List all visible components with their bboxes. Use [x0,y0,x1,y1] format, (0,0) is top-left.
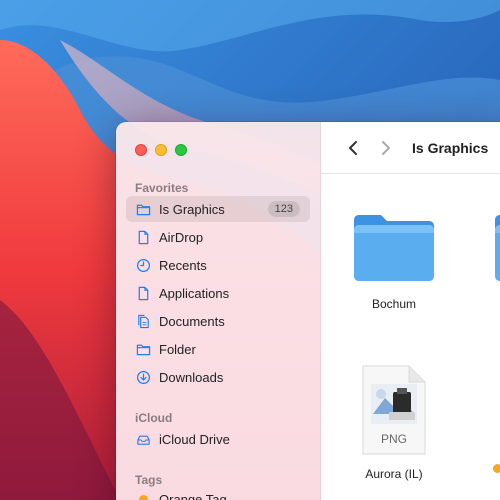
download-icon [135,369,151,385]
sidebar-item-icloud-drive[interactable]: iCloud Drive [126,426,310,452]
sidebar-item-is-graphics[interactable]: Is Graphics 123 [126,196,310,222]
file-type-badge: PNG [380,432,407,446]
sidebar-item-label: Orange Tag [159,491,227,500]
sidebar-item-recents[interactable]: Recents [126,252,310,278]
sidebar-item-documents[interactable]: Documents [126,308,310,334]
section-icloud: iCloud [135,411,173,425]
toolbar: Is Graphics [321,122,500,174]
window-title: Is Graphics [412,139,489,156]
file-name: Aurora (IL) [365,467,423,481]
finder-window: Favorites Is Graphics 123 AirDrop Recent… [116,122,500,500]
folder-icon [135,201,151,217]
sidebar-item-label: Documents [159,313,225,329]
folder-icon [354,215,434,281]
close-button[interactable] [135,144,147,156]
sidebar: Favorites Is Graphics 123 AirDrop Recent… [116,122,321,500]
file-item-bochum[interactable]: Bochum [334,210,454,311]
document-icon [135,285,151,301]
sidebar-item-orange-tag[interactable]: Orange Tag [126,486,310,500]
chevron-left-icon [349,140,357,155]
sidebar-item-label: AirDrop [159,229,204,245]
clock-icon [135,257,151,273]
forward-button[interactable] [376,138,396,158]
section-favorites: Favorites [135,181,189,195]
window-controls [135,144,187,156]
sidebar-item-airdrop[interactable]: AirDrop [126,224,310,250]
tag-dot-icon [135,491,151,500]
chevron-right-icon [382,140,390,155]
sidebar-item-label: Applications [159,285,230,301]
sidebar-item-applications[interactable]: Applications [126,280,310,306]
orange-tag-dot [493,464,500,473]
sidebar-item-label: Folder [159,341,196,357]
section-tags: Tags [135,473,163,487]
minimize-button[interactable] [155,144,167,156]
file-item-aurora[interactable]: PNG Aurora (IL) [334,364,454,481]
sidebar-item-label: Downloads [159,369,224,385]
count-badge: 123 [267,201,300,217]
folder-icon [135,341,151,357]
document-icon [135,229,151,245]
folder-icon [495,215,500,281]
cloud-drive-icon [135,431,151,447]
sidebar-item-folder[interactable]: Folder [126,336,310,362]
file-name: Bochum [371,297,417,311]
sidebar-item-label: iCloud Drive [159,431,230,447]
sidebar-item-downloads[interactable]: Downloads [126,364,310,390]
content-area: Is Graphics Bochum PNG Aurora (IL) [321,122,500,500]
file-item-partial-folder[interactable] [491,210,500,291]
sidebar-item-label: Recents [159,257,207,273]
sidebar-item-label: Is Graphics [159,201,225,217]
back-button[interactable] [343,138,363,158]
zoom-button[interactable] [175,144,187,156]
documents-icon [135,313,151,329]
